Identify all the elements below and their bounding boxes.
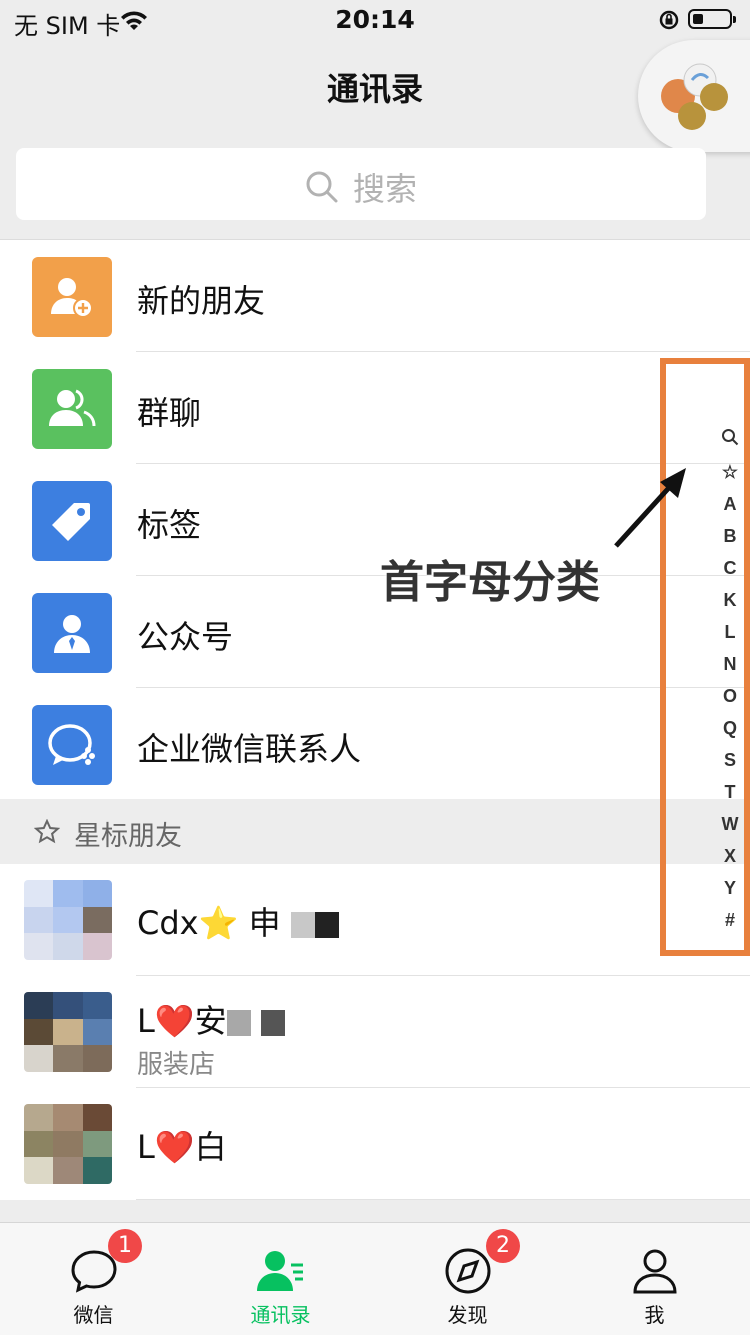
search-icon bbox=[306, 171, 338, 203]
work-wechat-icon bbox=[32, 705, 112, 785]
index-letter[interactable]: X bbox=[716, 840, 744, 872]
tab-label: 发现 bbox=[447, 1303, 488, 1327]
compass-icon bbox=[445, 1248, 491, 1294]
official-accounts-item[interactable]: 公众号 bbox=[0, 576, 750, 688]
starred-section-header: 星标朋友 bbox=[0, 799, 750, 863]
official-account-icon bbox=[32, 593, 112, 673]
contact-row[interactable]: L❤️白 bbox=[0, 1088, 750, 1200]
avatar bbox=[24, 880, 112, 960]
search-placeholder: 搜索 bbox=[352, 170, 417, 208]
tab-me[interactable]: 我 bbox=[561, 1223, 748, 1335]
index-letter[interactable]: B bbox=[716, 520, 744, 552]
contact-name: L❤️安 bbox=[137, 996, 285, 1042]
star-outline-icon bbox=[34, 819, 60, 844]
index-letter[interactable]: N bbox=[716, 648, 744, 680]
add-friend-icon bbox=[32, 257, 112, 337]
menu-label: 群聊 bbox=[137, 394, 202, 432]
unread-badge: 2 bbox=[486, 1229, 520, 1263]
mini-program-bubble[interactable] bbox=[638, 40, 750, 152]
index-letter[interactable]: K bbox=[716, 584, 744, 616]
group-chats-item[interactable]: 群聊 bbox=[0, 352, 750, 464]
bottom-tab-bar: 1 微信 通讯录 2 发现 我 bbox=[0, 1222, 750, 1335]
index-letter[interactable]: W bbox=[716, 808, 744, 840]
tab-discover[interactable]: 2 发现 bbox=[374, 1223, 561, 1335]
contacts-icon bbox=[257, 1251, 303, 1291]
contact-name: L❤️白 bbox=[137, 1128, 227, 1166]
annotation-label: 首字母分类 bbox=[380, 557, 600, 608]
status-bar: 无 SIM 卡 20:14 bbox=[0, 0, 750, 40]
contact-row[interactable]: Cdx⭐️ 申 bbox=[0, 864, 750, 976]
avatar bbox=[24, 992, 112, 1072]
rotation-lock-icon bbox=[658, 9, 680, 35]
contact-remark: 服装店 bbox=[137, 1050, 216, 1080]
index-letter[interactable]: ☆ bbox=[716, 456, 744, 488]
index-letter[interactable]: T bbox=[716, 776, 744, 808]
battery-icon bbox=[688, 9, 736, 29]
tab-contacts[interactable]: 通讯录 bbox=[187, 1223, 374, 1335]
group-chat-icon bbox=[32, 369, 112, 449]
index-letter[interactable]: S bbox=[716, 744, 744, 776]
menu-label: 公众号 bbox=[137, 618, 234, 656]
menu-label: 新的朋友 bbox=[137, 282, 266, 320]
annotation-arrow-icon bbox=[614, 468, 686, 548]
contact-list: Cdx⭐️ 申 L❤️安 服装店 L❤️白 bbox=[0, 864, 750, 1200]
avatar bbox=[24, 1104, 112, 1184]
index-letter[interactable]: Y bbox=[716, 872, 744, 904]
alphabet-index-bar[interactable]: ☆ A B C K L N O Q S T W X Y # bbox=[716, 424, 744, 936]
index-search-icon[interactable] bbox=[716, 424, 744, 456]
index-letter[interactable]: L bbox=[716, 616, 744, 648]
contact-row[interactable]: L❤️安 服装店 bbox=[0, 976, 750, 1088]
search-bar[interactable]: 搜索 bbox=[16, 148, 706, 220]
tab-label: 通讯录 bbox=[250, 1303, 311, 1327]
new-friends-item[interactable]: 新的朋友 bbox=[0, 240, 750, 352]
index-letter[interactable]: # bbox=[716, 904, 744, 936]
index-letter[interactable]: Q bbox=[716, 712, 744, 744]
index-letter[interactable]: O bbox=[716, 680, 744, 712]
tab-chats[interactable]: 1 微信 bbox=[0, 1223, 187, 1335]
unread-badge: 1 bbox=[108, 1229, 142, 1263]
clock: 20:14 bbox=[335, 5, 415, 34]
tab-label: 我 bbox=[644, 1303, 665, 1327]
person-icon bbox=[633, 1249, 677, 1294]
index-letter[interactable]: A bbox=[716, 488, 744, 520]
menu-label: 标签 bbox=[137, 506, 202, 544]
section-label: 星标朋友 bbox=[74, 821, 182, 852]
index-letter[interactable]: C bbox=[716, 552, 744, 584]
menu-label: 企业微信联系人 bbox=[137, 730, 362, 768]
work-wechat-contacts-item[interactable]: 企业微信联系人 bbox=[0, 688, 750, 800]
tab-label: 微信 bbox=[73, 1303, 114, 1327]
contact-name: Cdx⭐️ 申 bbox=[137, 898, 339, 944]
tag-icon bbox=[32, 481, 112, 561]
